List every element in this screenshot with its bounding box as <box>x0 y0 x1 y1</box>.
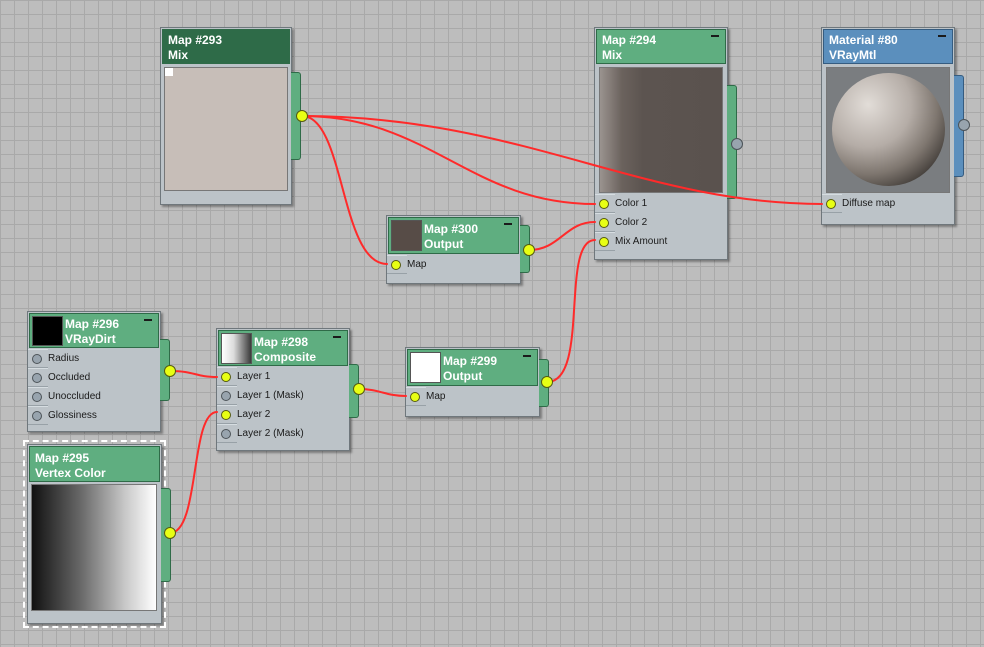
node-type: VRayMtl <box>829 48 877 62</box>
slot-label: Layer 2 (Mask) <box>237 428 304 439</box>
slot-label: Glossiness <box>48 410 97 421</box>
node-type: Vertex Color <box>35 466 106 480</box>
node-type: Mix <box>602 48 623 62</box>
slot-color-2[interactable]: Color 2 <box>595 213 647 232</box>
mix-preview-swatch <box>599 67 723 193</box>
input-port[interactable] <box>599 218 609 228</box>
output-port-map-300[interactable] <box>523 244 535 256</box>
slot-color-1[interactable]: Color 1 <box>595 194 647 213</box>
input-port[interactable] <box>599 199 609 209</box>
input-port[interactable] <box>410 392 420 402</box>
slot-layer-2-mask[interactable]: Layer 2 (Mask) <box>217 424 304 443</box>
slot-layer-2[interactable]: Layer 2 <box>217 405 270 424</box>
output-thumbnail <box>391 220 422 251</box>
slot-map[interactable]: Map <box>406 387 445 406</box>
material-sphere-preview <box>826 67 950 193</box>
minimize-button[interactable] <box>711 35 719 37</box>
node-header[interactable]: Map #300 Output <box>388 217 519 254</box>
material-sphere <box>832 73 945 186</box>
node-id: Map #295 <box>35 451 90 465</box>
input-port[interactable] <box>32 373 42 383</box>
minimize-button[interactable] <box>504 223 512 225</box>
input-port[interactable] <box>221 391 231 401</box>
minimize-button[interactable] <box>523 355 531 357</box>
output-thumbnail <box>32 316 63 346</box>
input-port[interactable] <box>221 429 231 439</box>
output-port-map-296[interactable] <box>164 365 176 377</box>
wire-295-to-298-layer2 <box>169 411 218 534</box>
slot-map[interactable]: Map <box>387 255 426 274</box>
wire-299-to-294-mixamount <box>546 239 596 383</box>
node-header[interactable]: Map #295 Vertex Color <box>29 446 160 482</box>
vertex-color-preview-swatch <box>31 484 157 611</box>
node-header[interactable]: Map #294 Mix <box>596 29 726 64</box>
minimize-button[interactable] <box>333 336 341 338</box>
node-id: Map #293 <box>168 33 223 47</box>
node-header[interactable]: Map #298 Composite <box>218 330 348 366</box>
input-port[interactable] <box>221 410 231 420</box>
slot-diffuse-map[interactable]: Diffuse map <box>822 194 895 213</box>
slot-layer-1[interactable]: Layer 1 <box>217 367 270 386</box>
slot-label: Mix Amount <box>615 236 668 247</box>
output-port-material-80[interactable] <box>958 119 970 131</box>
slot-layer-1-mask[interactable]: Layer 1 (Mask) <box>217 386 304 405</box>
input-port[interactable] <box>32 411 42 421</box>
slot-label: Unoccluded <box>48 391 101 402</box>
slot-occluded[interactable]: Occluded <box>28 368 90 387</box>
slot-unoccluded[interactable]: Unoccluded <box>28 387 101 406</box>
slot-label: Occluded <box>48 372 91 383</box>
node-header[interactable]: Material #80 VRayMtl <box>823 29 953 64</box>
node-header[interactable]: Map #296 VRayDirt <box>29 313 159 348</box>
wire-293-to-80-diffuse <box>301 115 823 205</box>
slot-label: Color 2 <box>615 217 648 228</box>
minimize-button[interactable] <box>144 319 152 321</box>
input-port[interactable] <box>599 237 609 247</box>
slot-label: Layer 1 <box>237 371 271 382</box>
slot-radius[interactable]: Radius <box>28 349 79 368</box>
output-port-map-299[interactable] <box>541 376 553 388</box>
input-port[interactable] <box>32 354 42 364</box>
node-id: Map #294 <box>602 33 657 47</box>
wire-293-to-300-map <box>301 115 388 265</box>
minimize-button[interactable] <box>938 35 946 37</box>
slot-label: Layer 2 <box>237 409 271 420</box>
slot-glossiness[interactable]: Glossiness <box>28 406 97 425</box>
mix-preview-swatch <box>164 67 288 191</box>
slot-mix-amount[interactable]: Mix Amount <box>595 232 667 251</box>
slot-label: Layer 1 (Mask) <box>237 390 304 401</box>
slot-label: Map <box>407 259 427 270</box>
slot-label: Radius <box>48 353 80 364</box>
wire-293-to-294-color1 <box>301 115 596 205</box>
node-header[interactable]: Map #293 Mix <box>162 29 290 64</box>
wire-298-to-299-map <box>358 388 407 397</box>
output-thumbnail <box>410 352 441 383</box>
output-thumbnail <box>221 333 252 364</box>
input-port[interactable] <box>826 199 836 209</box>
output-port-map-298[interactable] <box>353 383 365 395</box>
output-port-map-294[interactable] <box>731 138 743 150</box>
slot-label: Map <box>426 391 446 402</box>
input-port[interactable] <box>391 260 401 270</box>
slot-label: Diffuse map <box>842 198 896 209</box>
input-port[interactable] <box>32 392 42 402</box>
wire-296-to-298-layer1 <box>169 370 218 378</box>
output-port-map-293[interactable] <box>296 110 308 122</box>
node-type: Mix <box>168 48 189 62</box>
slot-label: Color 1 <box>615 198 648 209</box>
node-id: Material #80 <box>829 33 898 47</box>
output-port-map-295[interactable] <box>164 527 176 539</box>
input-port[interactable] <box>221 372 231 382</box>
node-header[interactable]: Map #299 Output <box>407 349 538 386</box>
wire-300-to-294-color2 <box>528 221 596 251</box>
